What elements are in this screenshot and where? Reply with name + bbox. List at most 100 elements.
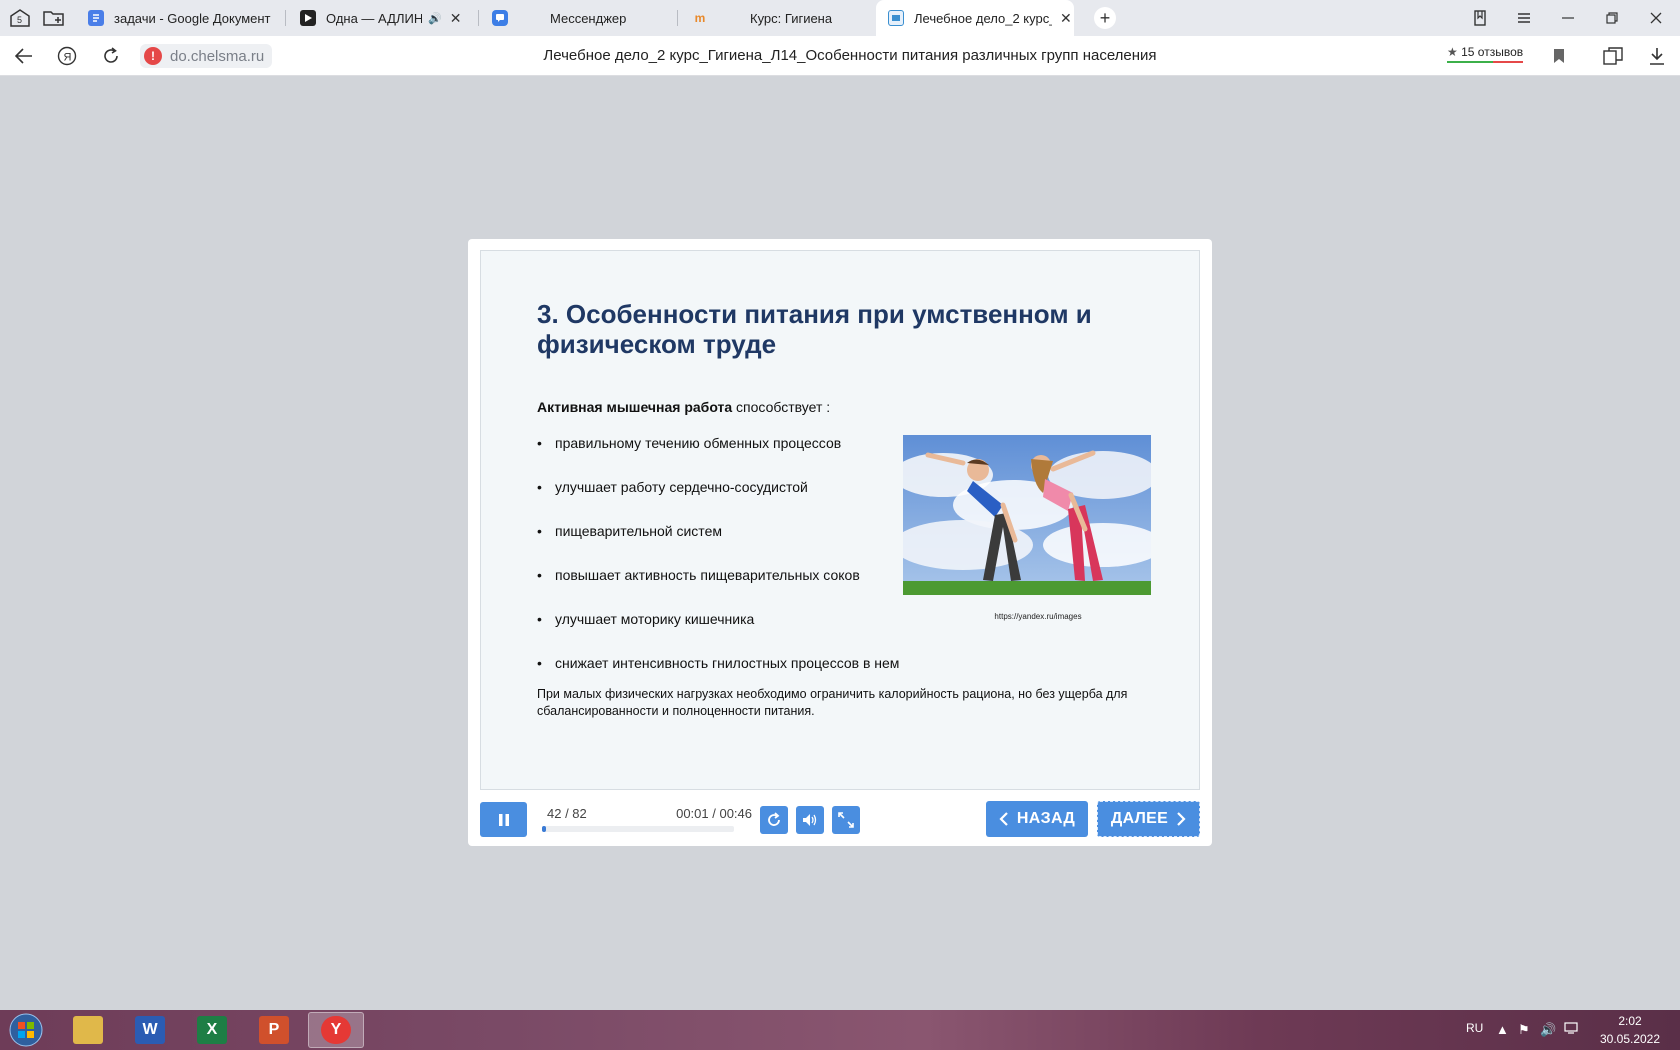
bookmark-icon[interactable] bbox=[1547, 44, 1571, 68]
tab-title: задачи - Google Документ bbox=[114, 10, 271, 26]
image-source-caption: https://yandex.ru/images bbox=[994, 612, 1082, 621]
url-text[interactable]: do.chelsma.ru bbox=[170, 48, 264, 65]
start-button[interactable] bbox=[6, 1012, 46, 1048]
pause-icon bbox=[498, 813, 509, 826]
svg-text:Я: Я bbox=[64, 52, 72, 64]
moodle-icon: m bbox=[694, 11, 706, 25]
collections-icon[interactable] bbox=[1601, 44, 1625, 68]
youtube-play-icon bbox=[300, 10, 316, 26]
excel-icon: X bbox=[197, 1016, 227, 1044]
replay-button[interactable] bbox=[760, 806, 788, 834]
bullet-item: улучшает работу сердечно-сосудистой bbox=[537, 479, 899, 523]
taskbar-word[interactable]: W bbox=[122, 1012, 178, 1048]
powerpoint-icon: P bbox=[259, 1016, 289, 1044]
tab-strip-left-tools: 5 bbox=[6, 6, 68, 30]
volume-tray-icon[interactable]: 🔊 bbox=[1540, 1022, 1556, 1038]
svg-text:5: 5 bbox=[17, 15, 22, 25]
close-icon[interactable]: ✕ bbox=[450, 10, 462, 27]
tab-title: Мессенджер bbox=[550, 10, 627, 26]
bullet-item: улучшает моторику кишечника bbox=[537, 611, 899, 655]
tab-title: Курс: Гигиена bbox=[750, 10, 833, 26]
action-center-flag-icon[interactable]: ⚑ bbox=[1518, 1022, 1530, 1038]
playback-time: 00:01 / 00:46 bbox=[676, 806, 752, 821]
tab-active-course-page[interactable]: Лечебное дело_2 курс_ ✕ bbox=[876, 0, 1074, 36]
tab-messenger[interactable]: Мессенджер bbox=[480, 0, 676, 36]
reviews-count: 15 отзывов bbox=[1461, 45, 1524, 59]
tab-separator bbox=[677, 10, 678, 26]
new-folder-tab-icon[interactable] bbox=[40, 6, 68, 30]
slide-lead-rest: способствует : bbox=[732, 399, 831, 415]
browser-tab-strip: 5 задачи - Google Документ Одна — АДЛИН,… bbox=[0, 0, 1680, 36]
slide: 3. Особенности питания при умственном и … bbox=[480, 250, 1200, 790]
slide-counter: 42 / 82 bbox=[547, 806, 587, 821]
slide-note: При малых физических нагрузках необходим… bbox=[537, 687, 1128, 718]
next-button[interactable]: ДАЛЕЕ bbox=[1097, 801, 1200, 837]
reload-icon[interactable] bbox=[99, 44, 123, 68]
tab-separator bbox=[285, 10, 286, 26]
fullscreen-icon bbox=[838, 812, 854, 828]
taskbar-excel[interactable]: X bbox=[184, 1012, 240, 1048]
window-close-icon[interactable] bbox=[1634, 0, 1678, 36]
insecure-warning-icon[interactable]: ! bbox=[144, 47, 162, 65]
tab-separator bbox=[478, 10, 479, 26]
clock-date[interactable]: 30.05.2022 bbox=[1598, 1032, 1662, 1046]
chevron-left-icon bbox=[999, 812, 1008, 826]
fullscreen-button[interactable] bbox=[832, 806, 860, 834]
taskbar-yandex-browser[interactable]: Y bbox=[308, 1012, 364, 1048]
show-hidden-icons-icon[interactable]: ▲ bbox=[1496, 1022, 1509, 1037]
download-icon[interactable] bbox=[1645, 44, 1669, 68]
volume-button[interactable] bbox=[796, 806, 824, 834]
restore-icon[interactable] bbox=[1590, 0, 1634, 36]
taskbar-explorer[interactable] bbox=[60, 1012, 116, 1048]
new-tab-button[interactable]: + bbox=[1094, 7, 1116, 29]
input-language[interactable]: RU bbox=[1466, 1021, 1483, 1035]
browser-toolbar: Я ! do.chelsma.ru Лечебное дело_2 курс_Г… bbox=[0, 36, 1680, 76]
site-reviews-badge[interactable]: ★ 15 отзывов bbox=[1447, 45, 1524, 63]
tab-course[interactable]: m Курс: Гигиена bbox=[680, 0, 876, 36]
bullet-item: правильному течению обменных процессов bbox=[537, 435, 899, 479]
volume-icon bbox=[803, 814, 817, 826]
tab-audio-icon[interactable]: 🔊 bbox=[428, 12, 442, 25]
word-icon: W bbox=[135, 1016, 165, 1044]
pause-button[interactable] bbox=[480, 802, 527, 837]
clock-time[interactable]: 2:02 bbox=[1598, 1014, 1662, 1028]
bullet-item: повышает активность пищеварительных соко… bbox=[537, 567, 899, 611]
back-button[interactable]: НАЗАД bbox=[986, 801, 1088, 837]
page-title: Лечебное дело_2 курс_Гигиена_Л14_Особенн… bbox=[543, 47, 1157, 64]
replay-icon bbox=[768, 812, 780, 826]
windows-logo-icon bbox=[9, 1013, 43, 1047]
chevron-right-icon bbox=[1177, 812, 1186, 826]
playback-progress[interactable] bbox=[542, 826, 734, 832]
network-icon[interactable] bbox=[1564, 1022, 1578, 1037]
taskbar-powerpoint[interactable]: P bbox=[246, 1012, 302, 1048]
course-page-icon bbox=[888, 10, 904, 26]
bookmarks-panel-icon[interactable] bbox=[1458, 0, 1502, 36]
playback-progress-fill bbox=[542, 826, 546, 832]
tab-youtube[interactable]: Одна — АДЛИН, Ки 🔊 ✕ bbox=[288, 0, 478, 36]
windows-taskbar: W X P Y RU ▲ ⚑ 🔊 2:02 30.05.2022 bbox=[0, 1010, 1680, 1050]
slide-lead: Активная мышечная работа способствует : bbox=[537, 399, 830, 415]
back-button-label: НАЗАД bbox=[1016, 810, 1076, 827]
tab-title: Одна — АДЛИН, Ки bbox=[326, 10, 422, 26]
messenger-icon bbox=[492, 10, 508, 26]
bullet-item: пищеварительной систем bbox=[537, 523, 899, 567]
slide-title: 3. Особенности питания при умственном и … bbox=[537, 299, 1092, 359]
yandex-icon[interactable]: Я bbox=[55, 44, 79, 68]
slide-lead-bold: Активная мышечная работа bbox=[537, 399, 733, 415]
course-player: 3. Особенности питания при умственном и … bbox=[468, 239, 1212, 846]
star-icon: ★ bbox=[1447, 45, 1458, 59]
google-docs-icon bbox=[88, 10, 104, 26]
tab-title: Лечебное дело_2 курс_ bbox=[914, 10, 1052, 26]
folder-icon bbox=[73, 1016, 103, 1044]
bullet-list: правильному течению обменных процессов у… bbox=[537, 435, 899, 699]
exercising-children-photo bbox=[903, 435, 1151, 595]
close-icon[interactable]: ✕ bbox=[1060, 10, 1072, 27]
tab-groups-icon[interactable]: 5 bbox=[6, 6, 34, 30]
yandex-browser-icon: Y bbox=[321, 1016, 351, 1044]
minimize-icon[interactable] bbox=[1546, 0, 1590, 36]
next-button-label: ДАЛЕЕ bbox=[1110, 810, 1169, 827]
menu-icon[interactable] bbox=[1502, 0, 1546, 36]
back-arrow-icon[interactable] bbox=[12, 44, 36, 68]
address-field[interactable]: ! do.chelsma.ru bbox=[140, 44, 273, 68]
tab-google-docs[interactable]: задачи - Google Документ bbox=[76, 0, 286, 36]
